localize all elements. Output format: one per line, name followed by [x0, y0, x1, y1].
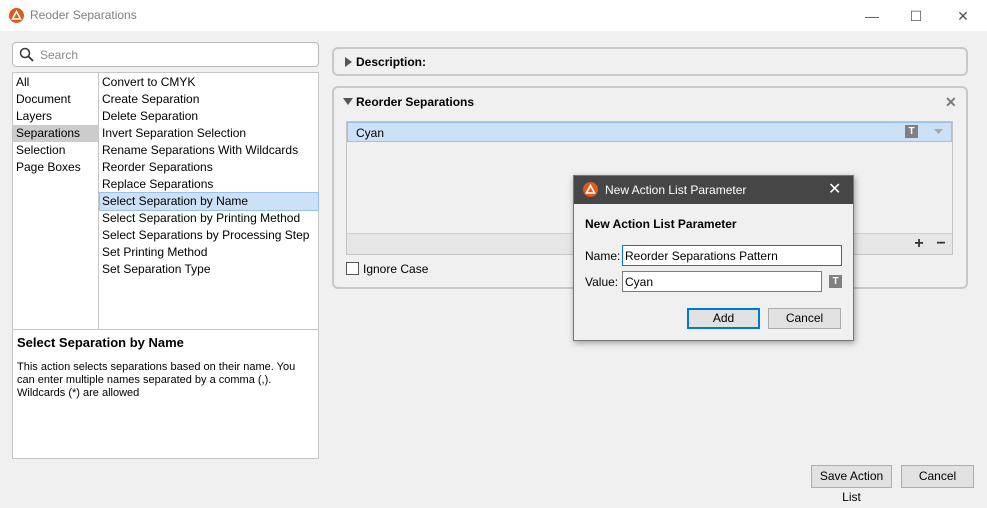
separation-item-label: Cyan — [356, 126, 385, 140]
category-item-layers[interactable]: Layers — [13, 108, 98, 125]
close-section-icon[interactable]: ✕ — [945, 94, 957, 111]
action-description-panel: Select Separation by Name This action se… — [12, 330, 319, 459]
action-item[interactable]: Select Separation by Printing Method — [100, 210, 318, 227]
category-list: All Document Layers Separations Selectio… — [13, 73, 99, 329]
action-item[interactable]: Rename Separations With Wildcards — [100, 142, 318, 159]
category-item-selection[interactable]: Selection — [13, 142, 98, 159]
minimize-button[interactable]: — — [862, 6, 882, 26]
action-description-title: Select Separation by Name — [17, 335, 184, 350]
triangle-right-icon — [345, 57, 352, 67]
action-item[interactable]: Reorder Separations — [100, 159, 318, 176]
window-title: Reoder Separations — [30, 8, 137, 22]
name-label: Name: — [585, 249, 621, 263]
action-item[interactable]: Create Separation — [100, 91, 318, 108]
cancel-button[interactable]: Cancel — [901, 465, 974, 488]
action-description-text: This action selects separations based on… — [17, 361, 296, 399]
search-input[interactable] — [40, 46, 310, 64]
search-box — [12, 42, 319, 67]
remove-separation-button[interactable]: − — [931, 235, 951, 253]
action-list: Convert to CMYK Create Separation Delete… — [99, 73, 319, 329]
value-field[interactable] — [622, 271, 822, 292]
dialog-close-button[interactable]: ✕ — [828, 179, 841, 199]
close-window-button[interactable]: ✕ — [953, 6, 973, 26]
action-item[interactable]: Set Printing Method — [100, 244, 318, 261]
action-item[interactable]: Convert to CMYK — [100, 74, 318, 91]
text-type-icon[interactable]: T — [829, 275, 842, 288]
category-item-separations[interactable]: Separations — [13, 125, 98, 142]
dialog-title: New Action List Parameter — [605, 183, 747, 197]
description-section-label: Description: — [356, 55, 427, 69]
action-item[interactable]: Replace Separations — [100, 176, 318, 193]
value-label: Value: — [585, 275, 619, 289]
action-browser: All Document Layers Separations Selectio… — [12, 72, 319, 330]
action-item[interactable]: Set Separation Type — [100, 261, 318, 278]
dialog-heading: New Action List Parameter — [585, 217, 737, 231]
maximize-button[interactable]: ☐ — [906, 6, 926, 26]
title-bar: Reoder Separations — ☐ ✕ — [0, 0, 987, 31]
save-action-list-button[interactable]: Save Action List — [811, 465, 892, 504]
reorder-section-title: Reorder Separations — [356, 95, 475, 109]
ignore-case-checkbox[interactable] — [346, 262, 359, 275]
ignore-case-label: Ignore Case — [363, 262, 429, 276]
dialog-cancel-button[interactable]: Cancel — [768, 308, 841, 329]
category-item-all[interactable]: All — [13, 74, 98, 91]
description-section[interactable]: Description: — [332, 47, 968, 76]
dialog-title-bar: New Action List Parameter ✕ — [574, 176, 853, 204]
app-logo-icon — [9, 8, 24, 23]
triangle-down-icon[interactable] — [343, 98, 353, 105]
app-logo-icon — [583, 182, 598, 197]
action-item[interactable]: Select Separations by Processing Step — [100, 227, 318, 244]
new-action-list-parameter-dialog: New Action List Parameter ✕ New Action L… — [573, 175, 854, 341]
action-item[interactable]: Invert Separation Selection — [100, 125, 318, 142]
text-type-icon[interactable]: T — [905, 125, 918, 138]
name-field[interactable] — [622, 245, 842, 266]
category-item-page-boxes[interactable]: Page Boxes — [13, 159, 98, 176]
add-separation-button[interactable]: + — [909, 235, 929, 253]
action-item-selected[interactable]: Select Separation by Name — [99, 192, 319, 211]
separation-item[interactable]: Cyan T — [347, 122, 952, 142]
action-item[interactable]: Delete Separation — [100, 108, 318, 125]
category-item-document[interactable]: Document — [13, 91, 98, 108]
chevron-down-icon[interactable] — [934, 129, 943, 135]
search-icon — [19, 47, 34, 62]
add-button[interactable]: Add — [687, 308, 760, 329]
